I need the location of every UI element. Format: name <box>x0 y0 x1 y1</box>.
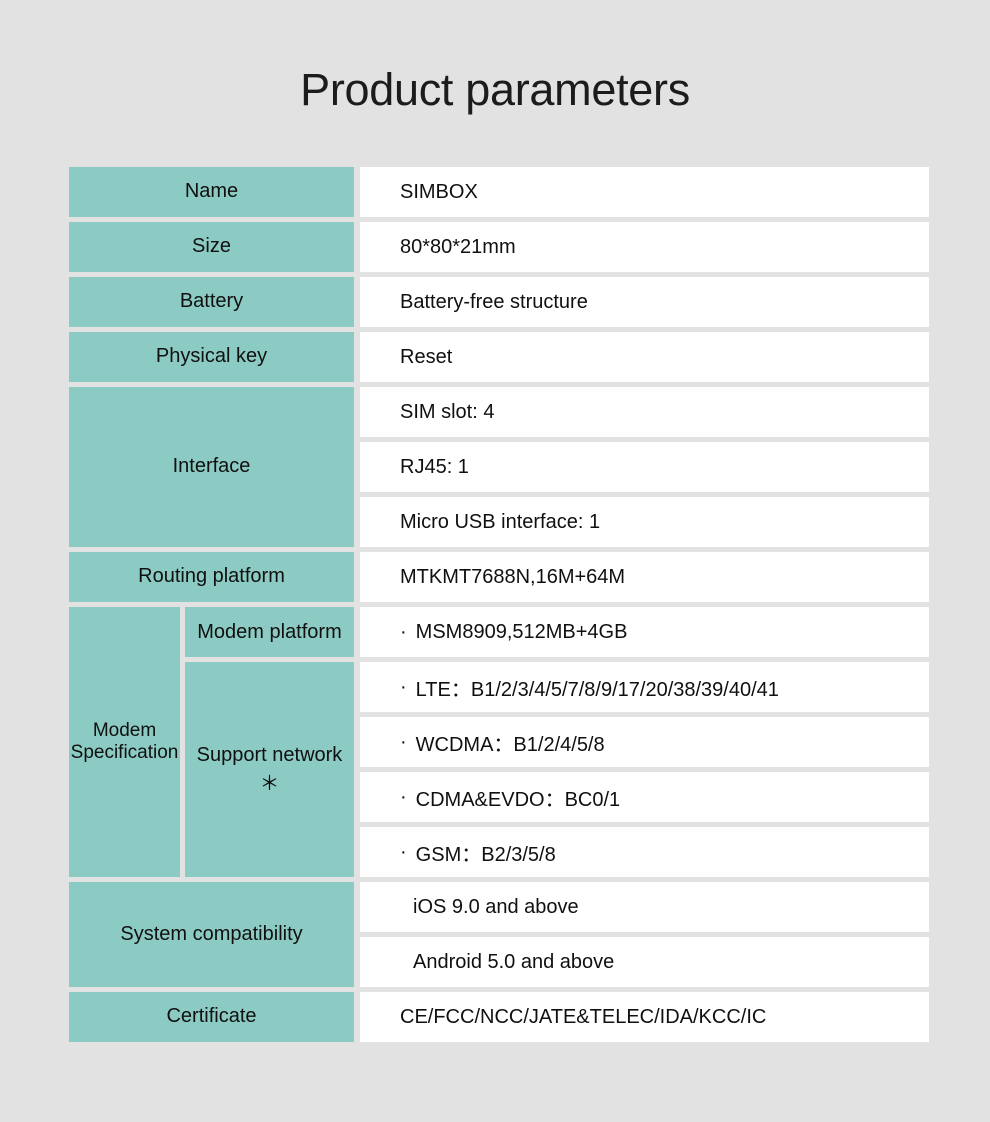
row-label-interface: Interface <box>69 387 354 547</box>
row-value-routing-platform: MTKMT7688N,16M+64M <box>360 552 929 602</box>
table-row-group-modem-specification: Modem Specification Modem platform · MSM… <box>69 607 929 877</box>
table-row: Routing platform MTKMT7688N,16M+64M <box>69 552 929 602</box>
system-compatibility-value-ios: iOS 9.0 and above <box>360 882 929 932</box>
modem-sub-row-support-network: Support network＊ · LTE：B1/2/3/4/5/7/8/9/… <box>185 662 929 877</box>
interface-value-rj45: RJ45: 1 <box>360 442 929 492</box>
table-row-group-interface: Interface SIM slot: 4 RJ45: 1 Micro USB … <box>69 387 929 547</box>
product-parameters-page: Product parameters Name SIMBOX Size 80*8… <box>0 0 990 1122</box>
bullet-icon: · <box>400 786 407 808</box>
list-item: · WCDMA：B1/2/4/5/8 <box>360 717 929 767</box>
modem-platform-value: MSM8909,512MB+4GB <box>415 620 628 643</box>
list-item: · MSM8909,512MB+4GB <box>360 607 929 657</box>
support-network-value-lte: LTE：B1/2/3/4/5/7/8/9/17/20/38/39/40/41 <box>415 678 779 701</box>
sub-label-modem-platform: Modem platform <box>185 607 354 657</box>
bullet-icon: · <box>400 731 407 753</box>
table-row: Battery Battery-free structure <box>69 277 929 327</box>
row-label-certificate: Certificate <box>69 992 354 1042</box>
modem-label-line-1: Modem <box>92 719 157 741</box>
table-row-group-system-compatibility: System compatibility iOS 9.0 and above A… <box>69 882 929 987</box>
list-item: · CDMA&EVDO：BC0/1 <box>360 772 929 822</box>
bullet-icon: · <box>400 841 407 863</box>
table-row: Certificate CE/FCC/NCC/JATE&TELEC/IDA/KC… <box>69 992 929 1042</box>
row-label-modem-specification: Modem Specification <box>69 607 180 877</box>
row-value-certificate: CE/FCC/NCC/JATE&TELEC/IDA/KCC/IC <box>360 992 929 1042</box>
interface-value-micro-usb: Micro USB interface: 1 <box>360 497 929 547</box>
modem-subtable: Modem platform · MSM8909,512MB+4GB Suppo… <box>185 607 929 877</box>
support-network-values: · LTE：B1/2/3/4/5/7/8/9/17/20/38/39/40/41… <box>360 662 929 877</box>
modem-label-line-2: Specification <box>70 742 179 763</box>
row-label-name: Name <box>69 167 354 217</box>
row-value-physical-key: Reset <box>360 332 929 382</box>
row-label-physical-key: Physical key <box>69 332 354 382</box>
support-network-value-gsm: GSM：B2/3/5/8 <box>415 843 556 866</box>
system-compatibility-values: iOS 9.0 and above Android 5.0 and above <box>360 882 929 987</box>
row-label-size: Size <box>69 222 354 272</box>
support-network-value-cdma-evdo: CDMA&EVDO：BC0/1 <box>415 788 621 811</box>
row-label-routing-platform: Routing platform <box>69 552 354 602</box>
support-network-value-wcdma: WCDMA：B1/2/4/5/8 <box>415 733 605 756</box>
modem-platform-values: · MSM8909,512MB+4GB <box>360 607 929 657</box>
page-title: Product parameters <box>300 64 690 115</box>
bullet-icon: · <box>400 621 407 643</box>
table-row: Physical key Reset <box>69 332 929 382</box>
table-row: Name SIMBOX <box>69 167 929 217</box>
modem-sub-row-platform: Modem platform · MSM8909,512MB+4GB <box>185 607 929 657</box>
bullet-icon: · <box>400 676 407 698</box>
sub-label-support-network: Support network＊ <box>185 662 354 877</box>
system-compatibility-value-android: Android 5.0 and above <box>360 937 929 987</box>
row-value-name: SIMBOX <box>360 167 929 217</box>
specifications-table: Name SIMBOX Size 80*80*21mm Battery Batt… <box>69 167 929 1047</box>
interface-value-sim-slot: SIM slot: 4 <box>360 387 929 437</box>
list-item: · LTE：B1/2/3/4/5/7/8/9/17/20/38/39/40/41 <box>360 662 929 712</box>
list-item: · GSM：B2/3/5/8 <box>360 827 929 877</box>
row-value-battery: Battery-free structure <box>360 277 929 327</box>
row-value-size: 80*80*21mm <box>360 222 929 272</box>
interface-values: SIM slot: 4 RJ45: 1 Micro USB interface:… <box>360 387 929 547</box>
table-row: Size 80*80*21mm <box>69 222 929 272</box>
row-label-system-compatibility: System compatibility <box>69 882 354 987</box>
row-label-battery: Battery <box>69 277 354 327</box>
